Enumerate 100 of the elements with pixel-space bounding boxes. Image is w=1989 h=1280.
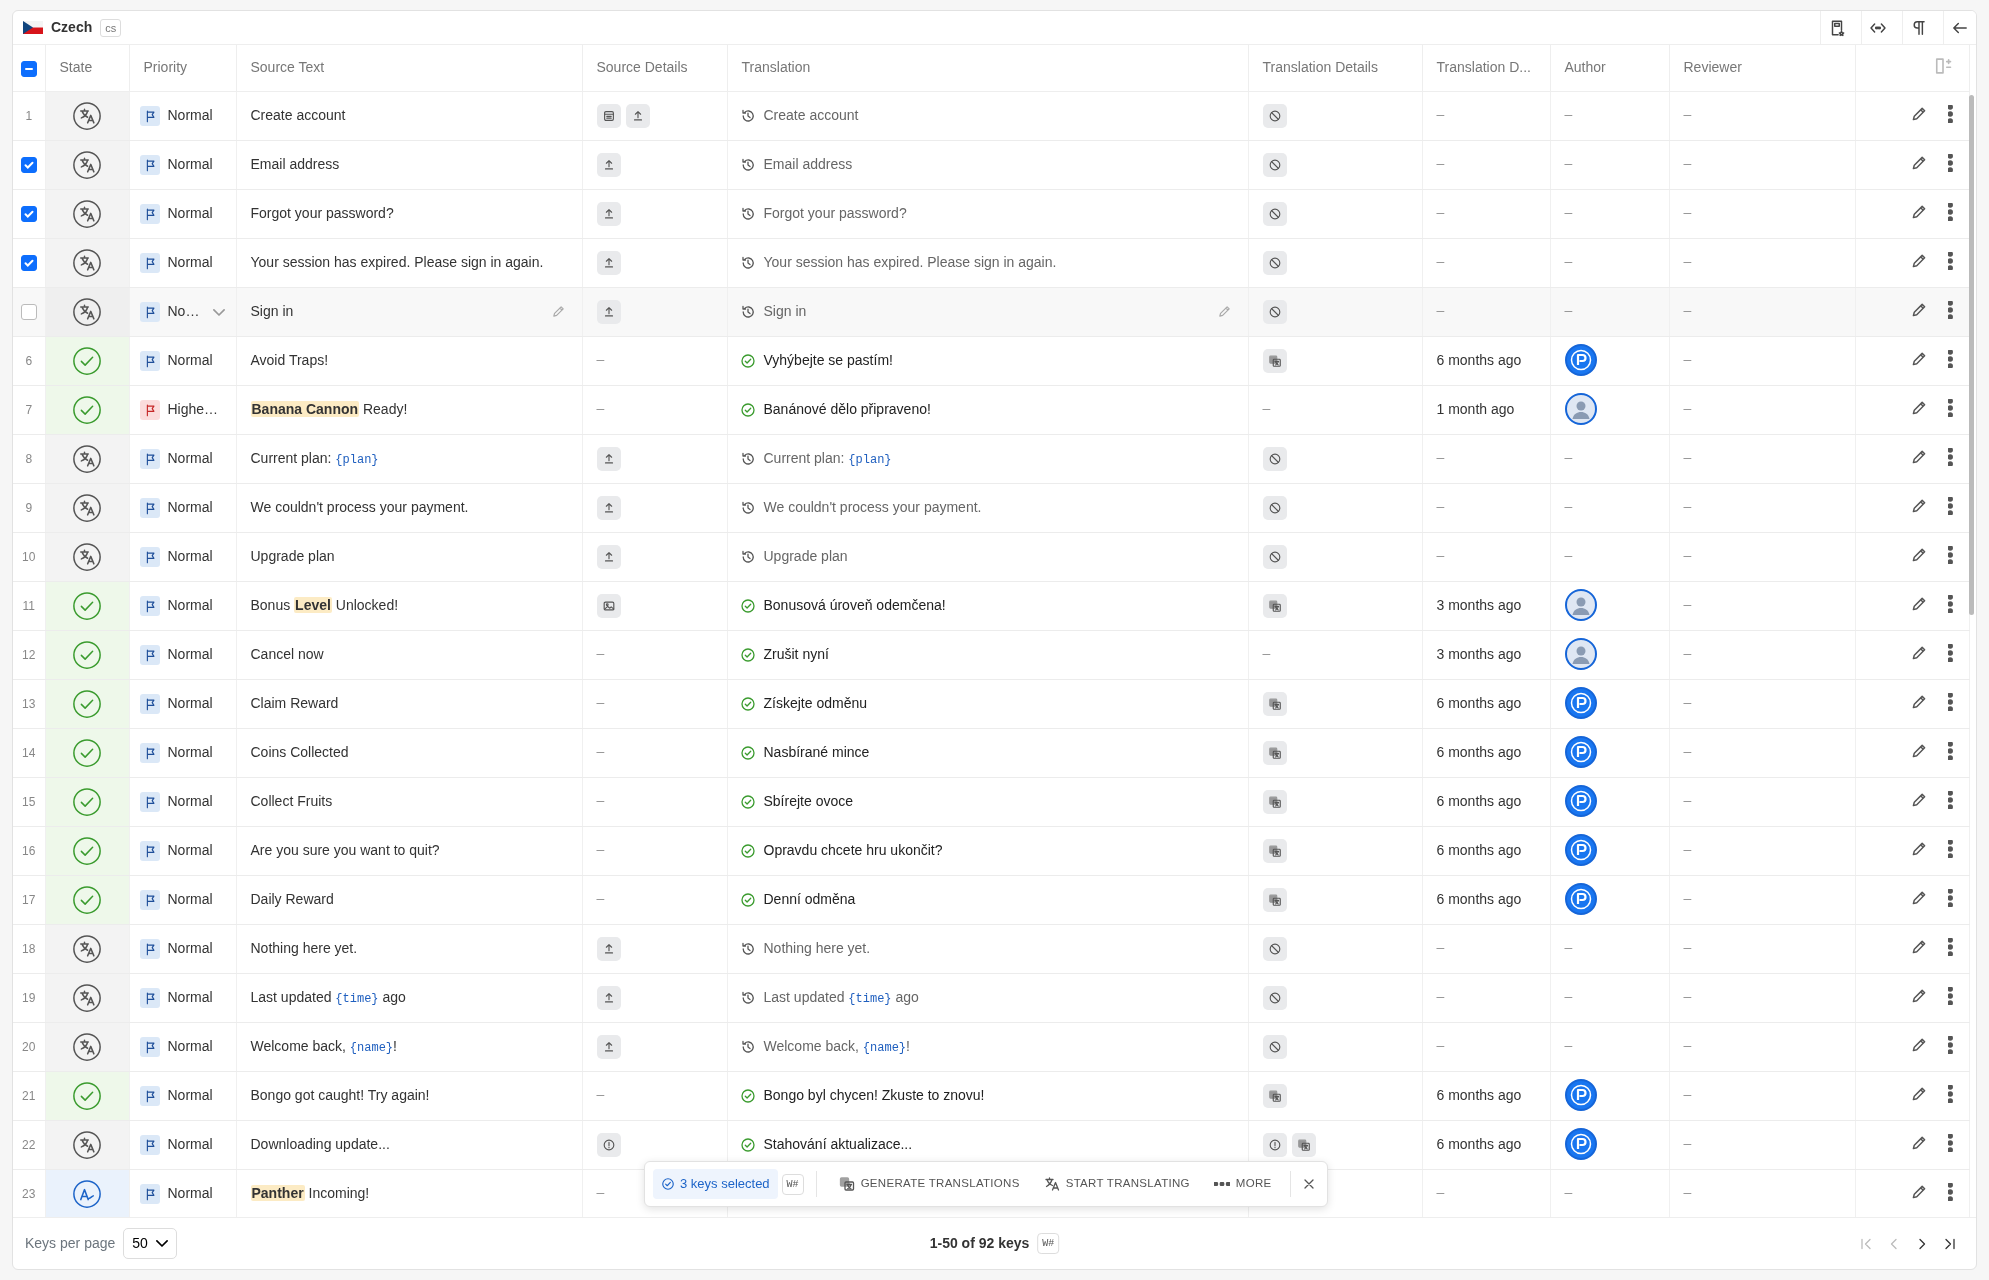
more-options-button[interactable] bbox=[1946, 445, 1955, 468]
shortcut-button[interactable]: W# bbox=[781, 1173, 804, 1195]
row-number: 15 bbox=[22, 794, 36, 809]
toolbar-action-button[interactable]: START TRANSLATING bbox=[1033, 1169, 1200, 1199]
more-options-button[interactable] bbox=[1946, 935, 1955, 958]
empty-value: – bbox=[596, 350, 605, 367]
row-number: 16 bbox=[22, 843, 36, 858]
more-options-button[interactable] bbox=[1946, 1131, 1955, 1154]
translated-time: 6 months ago bbox=[1436, 744, 1522, 760]
empty-value: – bbox=[1683, 350, 1692, 367]
column-header: Translation D... bbox=[1436, 59, 1531, 76]
text: Nothing here yet. bbox=[250, 939, 358, 958]
empty-value: – bbox=[1564, 546, 1573, 563]
kebab-icon bbox=[1948, 888, 1953, 907]
more-options-button[interactable] bbox=[1946, 886, 1955, 909]
text: Upgrade plan bbox=[250, 547, 335, 566]
row-number: 9 bbox=[25, 500, 33, 515]
empty-value: – bbox=[1436, 497, 1445, 514]
translated-time: 6 months ago bbox=[1436, 352, 1522, 368]
kebab-icon bbox=[1948, 692, 1953, 711]
priority-label: Normal bbox=[167, 155, 213, 172]
row-number: 14 bbox=[22, 745, 36, 760]
empty-value: – bbox=[1436, 252, 1445, 269]
row-checkbox[interactable] bbox=[20, 157, 37, 174]
more-options-button[interactable] bbox=[1946, 151, 1955, 174]
shortcut-button[interactable]: W# bbox=[1037, 1233, 1060, 1254]
dots-icon bbox=[1213, 1182, 1230, 1186]
text: We couldn't process your payment. bbox=[250, 498, 469, 517]
toolbar-action-button[interactable]: MORE bbox=[1203, 1169, 1282, 1199]
language-code: cs bbox=[100, 18, 122, 37]
row-number: 17 bbox=[22, 892, 36, 907]
toolbar-action-button[interactable]: GENERATE TRANSLATIONS bbox=[828, 1169, 1030, 1199]
row-checkbox[interactable] bbox=[20, 255, 37, 272]
select-all-checkbox[interactable] bbox=[20, 60, 37, 77]
text: Denní odměna bbox=[763, 890, 856, 909]
column-header: Translation bbox=[741, 59, 811, 76]
more-options-button[interactable] bbox=[1946, 1082, 1955, 1105]
back-arrow-button[interactable] bbox=[1943, 11, 1976, 44]
empty-value: – bbox=[1683, 840, 1692, 857]
more-options-button[interactable] bbox=[1946, 347, 1955, 370]
more-options-button[interactable] bbox=[1946, 494, 1955, 517]
more-options-button[interactable] bbox=[1946, 984, 1955, 1007]
row-checkbox[interactable] bbox=[20, 206, 37, 223]
priority-label: Normal bbox=[167, 890, 213, 907]
checkmark-icon bbox=[22, 257, 35, 270]
priority-label: Normal bbox=[167, 988, 213, 1005]
more-options-button[interactable] bbox=[1946, 739, 1955, 762]
row-checkbox[interactable] bbox=[20, 304, 37, 321]
language-name: Czech bbox=[51, 18, 93, 37]
kebab-icon bbox=[1948, 349, 1953, 368]
empty-value: – bbox=[1262, 644, 1271, 661]
empty-value: – bbox=[1683, 644, 1692, 661]
empty-value: – bbox=[1564, 987, 1573, 1004]
text: Daily Reward bbox=[250, 890, 334, 909]
more-options-button[interactable] bbox=[1946, 641, 1955, 664]
kebab-icon bbox=[1948, 986, 1953, 1005]
text: Last updated {time} ago bbox=[250, 988, 406, 1008]
empty-value: – bbox=[1436, 1183, 1445, 1200]
more-options-button[interactable] bbox=[1946, 592, 1955, 615]
row-number: 1 bbox=[25, 108, 33, 123]
empty-value: – bbox=[1436, 301, 1445, 318]
per-page-select[interactable]: 50 bbox=[123, 1228, 177, 1259]
empty-value: – bbox=[596, 1183, 605, 1200]
empty-value: – bbox=[1683, 693, 1692, 710]
empty-value: – bbox=[1564, 252, 1573, 269]
priority-label: Normal bbox=[167, 351, 213, 368]
kebab-icon bbox=[1948, 104, 1953, 123]
priority-label: Normal bbox=[167, 743, 213, 760]
text: Opravdu chcete hru ukončit? bbox=[763, 841, 943, 860]
more-options-button[interactable] bbox=[1946, 249, 1955, 272]
empty-value: – bbox=[1436, 987, 1445, 1004]
kebab-icon bbox=[1948, 1084, 1953, 1103]
checkmark-icon bbox=[22, 159, 35, 172]
more-options-button[interactable] bbox=[1946, 200, 1955, 223]
more-options-button[interactable] bbox=[1946, 1033, 1955, 1056]
more-options-button[interactable] bbox=[1946, 543, 1955, 566]
more-options-button[interactable] bbox=[1946, 396, 1955, 419]
translate-icon bbox=[1043, 1176, 1060, 1192]
priority-label: Normal bbox=[167, 694, 213, 711]
more-options-button[interactable] bbox=[1946, 788, 1955, 811]
empty-value: – bbox=[1436, 448, 1445, 465]
row-number: 12 bbox=[22, 647, 36, 662]
empty-value: – bbox=[1683, 1085, 1692, 1102]
row-number: 7 bbox=[25, 402, 33, 417]
text: Create account bbox=[250, 106, 346, 125]
priority-label: Normal bbox=[167, 547, 213, 564]
more-options-button[interactable] bbox=[1946, 298, 1955, 321]
row-number: 6 bbox=[25, 353, 33, 368]
text: Email address bbox=[250, 155, 340, 174]
selected-count[interactable]: 3 keys selected bbox=[653, 1169, 778, 1199]
text: Current plan: {plan} bbox=[763, 449, 892, 469]
text: Získejte odměnu bbox=[763, 694, 867, 713]
more-options-button[interactable] bbox=[1946, 102, 1955, 125]
scrollbar-thumb[interactable] bbox=[1969, 95, 1974, 615]
text: Downloading update... bbox=[250, 1135, 390, 1154]
more-options-button[interactable] bbox=[1946, 690, 1955, 713]
more-options-button[interactable] bbox=[1946, 837, 1955, 860]
translated-time: 6 months ago bbox=[1436, 1136, 1522, 1152]
more-options-button[interactable] bbox=[1946, 1180, 1955, 1203]
text: Are you sure you want to quit? bbox=[250, 841, 440, 860]
